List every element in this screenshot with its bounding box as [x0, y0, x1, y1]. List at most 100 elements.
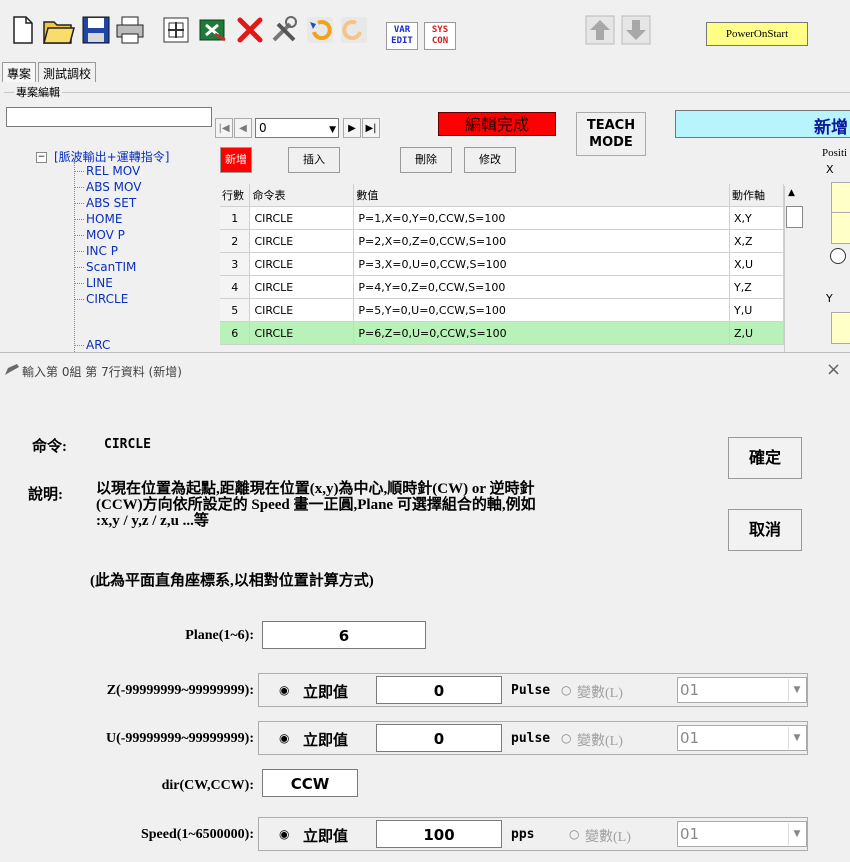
z-immediate-radio[interactable]: ◉	[279, 683, 289, 697]
pencil-icon	[5, 364, 19, 375]
var-edit-button[interactable]: VAR EDIT	[386, 22, 418, 50]
table-row[interactable]: 1 CIRCLE P=1,X=0,Y=0,CCW,S=100 X,Y	[220, 206, 784, 230]
scroll-up-icon[interactable]: ▲	[788, 188, 795, 198]
tree-connector	[74, 267, 84, 268]
row-command: CIRCLE	[249, 275, 355, 299]
col-header-line[interactable]: 行數	[220, 184, 251, 207]
table-row[interactable]: 5 CIRCLE P=5,Y=0,U=0,CCW,S=100 Y,U	[220, 298, 784, 322]
sys-con-button[interactable]: SYS CON	[424, 22, 456, 50]
add-command-button[interactable]: 新增	[220, 147, 252, 173]
tab-test-tune[interactable]: 測試調校	[38, 62, 97, 82]
row-axis: X,Y	[729, 206, 784, 230]
table-row[interactable]: 4 CIRCLE P=4,Y=0,Z=0,CCW,S=100 Y,Z	[220, 275, 784, 299]
z-value-input[interactable]: 0	[376, 676, 502, 704]
tree-connector	[74, 235, 84, 236]
tree-item-inc-p[interactable]: INC P	[86, 244, 118, 258]
description-line-3: :x,y / y,z / z,u ...等	[96, 513, 209, 529]
insert-command-button[interactable]: 插入	[288, 147, 340, 173]
u-variable-select[interactable]: 01 ▼	[677, 725, 807, 751]
tools-icon[interactable]	[266, 12, 302, 48]
x-position-field-2[interactable]	[831, 212, 850, 244]
tab-project[interactable]: 專案	[2, 62, 37, 82]
col-header-axis[interactable]: 動作軸	[729, 184, 784, 207]
u-immediate-radio[interactable]: ◉	[279, 731, 289, 745]
chevron-down-icon: ▼	[788, 679, 805, 701]
table-row[interactable]: 2 CIRCLE P=2,X=0,Z=0,CCW,S=100 X,Z	[220, 229, 784, 253]
edit-done-button[interactable]: 編輯完成	[438, 112, 556, 136]
poweron-start-button[interactable]: PowerOnStart	[706, 22, 808, 46]
ok-button[interactable]: 確定	[728, 437, 802, 479]
row-value: P=6,Z=0,U=0,CCW,S=100	[353, 321, 731, 345]
last-record-icon[interactable]: ▶|	[362, 118, 380, 138]
row-command: CIRCLE	[249, 206, 355, 230]
row-number: 4	[220, 275, 251, 299]
tree-item-circle[interactable]: CIRCLE	[86, 292, 128, 306]
speed-value-input[interactable]: 100	[376, 820, 502, 848]
scroll-thumb[interactable]	[786, 206, 803, 228]
tree-item-scantim[interactable]: ScanTIM	[86, 260, 136, 274]
speed-variable-radio[interactable]: ○	[569, 827, 579, 841]
open-folder-icon[interactable]	[40, 12, 76, 48]
row-value: P=4,Y=0,Z=0,CCW,S=100	[353, 275, 731, 299]
delete-command-button[interactable]: 刪除	[400, 147, 452, 173]
redo-icon[interactable]	[336, 12, 372, 48]
speed-variable-select[interactable]: 01 ▼	[677, 821, 807, 847]
tree-item-abs-set[interactable]: ABS SET	[86, 196, 136, 210]
dir-input[interactable]: CCW	[262, 769, 358, 797]
plane-input[interactable]: 6	[262, 621, 426, 649]
teach-mode-button[interactable]: TEACH MODE	[576, 112, 646, 156]
row-value: P=5,Y=0,U=0,CCW,S=100	[353, 298, 731, 322]
tree-item-mov-p[interactable]: MOV P	[86, 228, 125, 242]
x-position-field[interactable]	[831, 182, 850, 214]
u-variable-radio[interactable]: ○	[561, 731, 571, 745]
table-row-selected[interactable]: 6 CIRCLE P=6,Z=0,U=0,CCW,S=100 Z,U	[220, 321, 784, 345]
delete-icon[interactable]	[232, 12, 268, 48]
y-position-field[interactable]	[831, 312, 850, 344]
description-line-1: 以現在位置為起點,距離現在位置(x,y)為中心,順時針(CW) or 逆時針	[96, 481, 535, 497]
excel-export-icon[interactable]	[194, 12, 230, 48]
tree-item-rel-mov[interactable]: REL MOV	[86, 164, 140, 178]
close-icon[interactable]: ×	[826, 359, 841, 380]
save-icon[interactable]	[78, 12, 114, 48]
modify-command-button[interactable]: 修改	[464, 147, 516, 173]
z-variable-select[interactable]: 01 ▼	[677, 677, 807, 703]
x-radio[interactable]	[830, 248, 846, 264]
z-variable-radio[interactable]: ○	[561, 683, 571, 697]
u-value-input[interactable]: 0	[376, 724, 502, 752]
row-value: P=2,X=0,Z=0,CCW,S=100	[353, 229, 731, 253]
tree-item-arc[interactable]: ARC	[86, 338, 110, 352]
y-group-label: Y	[826, 292, 833, 305]
var-edit-line2: EDIT	[391, 36, 413, 46]
add-icon[interactable]	[158, 12, 194, 48]
tree-item-line[interactable]: LINE	[86, 276, 113, 290]
cancel-button[interactable]: 取消	[728, 509, 802, 551]
chevron-down-icon: ▼	[788, 727, 805, 749]
teach-mode-line2: MODE	[589, 135, 633, 150]
record-index-value: 0	[259, 121, 267, 135]
table-scrollbar[interactable]: ▲	[784, 186, 803, 354]
speed-immediate-radio[interactable]: ◉	[279, 827, 289, 841]
prev-record-icon[interactable]: ◀	[234, 118, 252, 138]
tree-connector	[74, 187, 84, 188]
u-variable-value: 01	[680, 729, 700, 747]
record-index-select[interactable]: 0 ▼	[255, 118, 339, 138]
new-file-icon[interactable]	[4, 12, 40, 48]
print-icon[interactable]	[112, 12, 148, 48]
record-navigator: |◀ ◀ 0 ▼ ▶ ▶|	[215, 118, 381, 138]
project-name-input[interactable]	[6, 107, 212, 127]
next-record-icon[interactable]: ▶	[343, 118, 361, 138]
tree-collapse-icon[interactable]: −	[36, 152, 47, 163]
tree-item-home[interactable]: HOME	[86, 212, 122, 226]
table-row[interactable]: 3 CIRCLE P=3,X=0,U=0,CCW,S=100 X,U	[220, 252, 784, 276]
speed-group: ◉ 立即值 100 pps ○ 變數(L) 01 ▼	[258, 817, 808, 851]
col-header-value[interactable]: 數值	[353, 184, 731, 207]
tree-root[interactable]: [脈波輸出+運轉指令]	[54, 148, 169, 165]
tree-connector	[74, 171, 84, 172]
undo-icon[interactable]	[302, 12, 338, 48]
row-axis: Y,U	[729, 298, 784, 322]
move-down-icon[interactable]	[618, 12, 654, 48]
first-record-icon[interactable]: |◀	[215, 118, 233, 138]
col-header-command[interactable]: 命令表	[249, 184, 355, 207]
tree-item-abs-mov[interactable]: ABS MOV	[86, 180, 141, 194]
move-up-icon[interactable]	[582, 12, 618, 48]
